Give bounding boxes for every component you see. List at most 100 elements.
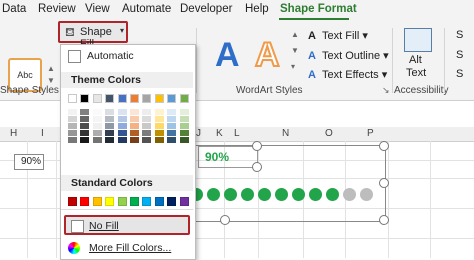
resize-handle[interactable] [379,141,389,151]
shape-fill-button[interactable]: ⛾ Shape Fill ▾ [58,21,128,50]
theme-color-swatch[interactable] [142,94,152,103]
theme-color-shade[interactable] [167,130,177,136]
theme-color-shade[interactable] [130,130,139,136]
column-header-n[interactable]: N [282,128,289,139]
theme-color-swatch[interactable] [117,94,127,103]
selection-pane-partial[interactable]: S [456,29,463,41]
scroll-up-icon[interactable]: ▲ [47,64,55,73]
theme-color-swatch[interactable] [167,94,177,103]
standard-color-swatch[interactable] [179,197,189,206]
theme-color-shade[interactable] [68,123,77,129]
theme-color-shade[interactable] [167,137,177,143]
standard-color-swatch[interactable] [130,197,139,206]
resize-handle[interactable] [379,178,389,188]
theme-color-shade[interactable] [92,116,102,122]
standard-color-swatch[interactable] [105,197,115,206]
theme-color-shade[interactable] [142,123,152,129]
theme-color-shade[interactable] [142,137,152,143]
tab-developer[interactable]: Developer [180,3,232,15]
tab-data[interactable]: Data [2,3,26,15]
theme-color-shade[interactable] [117,123,127,129]
theme-color-shade[interactable] [105,130,115,136]
theme-color-shade[interactable] [80,137,90,143]
theme-color-shade[interactable] [179,109,189,115]
tab-view[interactable]: View [85,3,110,15]
alt-text-label-2[interactable]: Text [406,67,426,79]
more-icon[interactable]: ▾ [291,62,295,71]
theme-color-shade[interactable] [68,137,77,143]
standard-color-swatch[interactable] [68,197,77,206]
tab-review[interactable]: Review [38,3,76,15]
theme-color-swatch[interactable] [179,94,189,103]
theme-color-shade[interactable] [92,130,102,136]
theme-color-shade[interactable] [142,130,152,136]
standard-color-swatch[interactable] [154,197,164,206]
align-partial[interactable]: S [456,49,463,61]
theme-color-swatch[interactable] [92,94,102,103]
standard-color-swatch[interactable] [80,197,90,206]
theme-color-shade[interactable] [117,109,127,115]
text-outline-button[interactable]: A Text Outline ▾ [308,49,389,62]
more-fill-colors-option[interactable]: More Fill Colors... [89,242,171,254]
theme-color-shade[interactable] [142,109,152,115]
theme-color-shade[interactable] [105,123,115,129]
theme-color-shade[interactable] [68,130,77,136]
standard-color-swatch[interactable] [92,197,102,206]
theme-color-swatch[interactable] [80,94,90,103]
standard-color-swatch[interactable] [117,197,127,206]
theme-color-shade[interactable] [154,116,164,122]
resize-handle[interactable] [252,162,262,172]
wordart-style-orange[interactable]: A [254,35,281,75]
text-fill-button[interactable]: A Text Fill ▾ [308,29,368,42]
theme-color-shade[interactable] [130,109,139,115]
theme-color-shade[interactable] [92,123,102,129]
automatic-swatch[interactable] [68,50,81,63]
standard-color-swatch[interactable] [167,197,177,206]
theme-color-shade[interactable] [130,116,139,122]
resize-handle[interactable] [379,215,389,225]
theme-color-shade[interactable] [179,116,189,122]
tab-automate[interactable]: Automate [122,3,171,15]
theme-color-shade[interactable] [167,116,177,122]
theme-color-shade[interactable] [92,109,102,115]
theme-color-shade[interactable] [167,109,177,115]
dialog-launcher-icon[interactable]: ↘ [382,85,390,96]
theme-color-shade[interactable] [167,123,177,129]
theme-color-shade[interactable] [105,109,115,115]
standard-color-swatch[interactable] [142,197,152,206]
theme-color-shade[interactable] [117,116,127,122]
theme-color-shade[interactable] [154,123,164,129]
column-header-h[interactable]: H [10,128,17,139]
theme-color-shade[interactable] [154,137,164,143]
alt-text-label-1[interactable]: Alt [409,54,422,66]
theme-color-shade[interactable] [105,137,115,143]
no-fill-option[interactable]: No Fill [64,215,190,235]
column-header-p[interactable]: P [367,128,374,139]
tab-help[interactable]: Help [245,3,269,15]
text-effects-button[interactable]: A Text Effects ▾ [308,68,387,81]
theme-color-shade[interactable] [105,116,115,122]
scroll-down-icon[interactable]: ▼ [291,46,299,55]
theme-color-shade[interactable] [80,123,90,129]
group-partial[interactable]: S [456,68,463,80]
theme-color-shade[interactable] [117,130,127,136]
cell-percent[interactable]: 90% [14,154,44,170]
theme-color-swatch[interactable] [154,94,164,103]
theme-color-shade[interactable] [179,123,189,129]
theme-color-shade[interactable] [68,109,77,115]
tab-shape-format[interactable]: Shape Format [280,3,357,15]
scroll-up-icon[interactable]: ▲ [291,30,299,39]
theme-color-swatch[interactable] [68,94,77,103]
theme-color-shade[interactable] [80,109,90,115]
column-header-k[interactable]: K [216,128,223,139]
theme-color-shade[interactable] [179,137,189,143]
column-header-j[interactable]: J [196,128,201,139]
theme-color-swatch[interactable] [105,94,115,103]
resize-handle[interactable] [220,215,230,225]
automatic-option[interactable]: Automatic [87,50,134,62]
theme-color-shade[interactable] [68,116,77,122]
theme-color-shade[interactable] [92,137,102,143]
theme-color-swatch[interactable] [130,94,139,103]
theme-color-shade[interactable] [179,130,189,136]
theme-color-shade[interactable] [80,116,90,122]
